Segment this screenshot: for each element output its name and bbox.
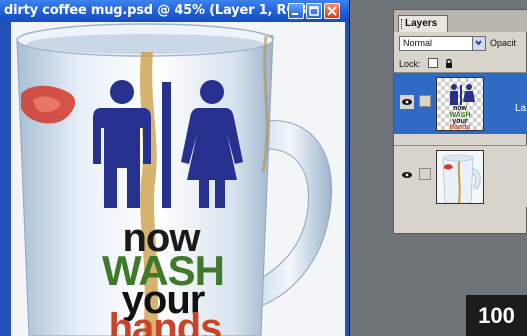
- document-window: dirty coffee mug.psd @ 45% (Layer 1, RGB…: [0, 0, 350, 336]
- layer-thumbnail: now WASH your hands: [436, 77, 484, 131]
- document-titlebar[interactable]: dirty coffee mug.psd @ 45% (Layer 1, RGB…: [0, 0, 350, 22]
- document-title: dirty coffee mug.psd @ 45% (Layer 1, RGB…: [4, 3, 313, 18]
- document-frame-left: [0, 22, 11, 336]
- document-canvas[interactable]: now WASH your hands: [11, 22, 345, 336]
- eye-icon[interactable]: [400, 95, 414, 109]
- minimize-icon: [292, 13, 298, 15]
- blend-mode-value: Normal: [403, 38, 433, 48]
- divider-bar: [162, 82, 171, 208]
- layers-tab-label: Layers: [405, 18, 438, 29]
- layer-row[interactable]: [394, 145, 527, 207]
- thumb-text-now: now: [453, 105, 467, 112]
- minimize-button[interactable]: [288, 3, 304, 19]
- opacity-label: Opacit: [490, 38, 517, 48]
- maximize-button[interactable]: [306, 3, 322, 19]
- photoshop-workspace: dirty coffee mug.psd @ 45% (Layer 1, RGB…: [0, 0, 527, 336]
- layers-palette-header: Layers: [394, 10, 527, 32]
- blend-mode-select[interactable]: Normal: [399, 36, 486, 51]
- lock-label: Lock:: [399, 59, 421, 69]
- lock-transparency-checkbox[interactable]: [428, 58, 438, 68]
- tab-grip-icon: [401, 19, 404, 29]
- eye-icon[interactable]: [400, 168, 414, 182]
- maximize-icon: [309, 6, 319, 16]
- layers-palette: Layers Normal Opacit Lock: now WASH your…: [393, 9, 527, 234]
- layer-name: La: [515, 103, 527, 114]
- window-edge: [349, 0, 350, 336]
- page-number: 100: [466, 295, 527, 336]
- layer-thumbnail: [436, 150, 484, 204]
- close-button[interactable]: [324, 3, 340, 19]
- layer-row-selected[interactable]: now WASH your hands La: [394, 72, 527, 134]
- chevron-down-icon[interactable]: [472, 37, 485, 50]
- link-box[interactable]: [419, 168, 431, 180]
- layers-tab[interactable]: Layers: [398, 15, 448, 32]
- close-icon: [327, 6, 337, 16]
- lock-icon[interactable]: [445, 58, 453, 69]
- brush-icon: [419, 95, 431, 107]
- poster-text-hands: hands: [108, 306, 223, 336]
- lock-row: Lock:: [394, 56, 527, 72]
- blend-mode-row: Normal Opacit: [394, 34, 527, 54]
- thumb-text-hands: hands: [449, 124, 471, 131]
